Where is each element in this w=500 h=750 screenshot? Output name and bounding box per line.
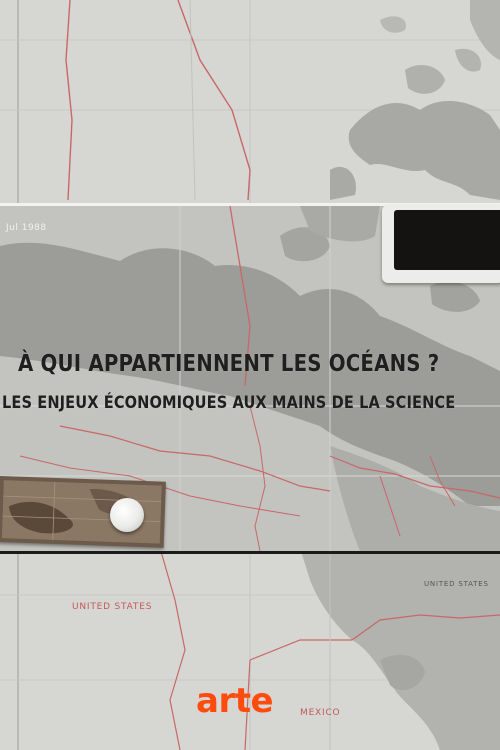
map-label-mexico: MEXICO [300, 708, 341, 718]
poster-title: À QUI APPARTIENNENT LES OCÉANS ? [18, 351, 440, 377]
arte-logo: arte [196, 681, 274, 721]
map-corner-tag: Jul 1988 [6, 223, 47, 233]
poster-subtitle: LES ENJEUX ÉCONOMIQUES AUX MAINS DE LA S… [2, 393, 456, 413]
push-pin [110, 498, 144, 532]
poster: UNITED STATES MEXICO UNITED STATES Jul 1… [0, 0, 500, 750]
map-label-united-states-small: UNITED STATES [424, 580, 489, 588]
monitor-screen [394, 210, 500, 270]
map-label-united-states: UNITED STATES [72, 602, 153, 612]
